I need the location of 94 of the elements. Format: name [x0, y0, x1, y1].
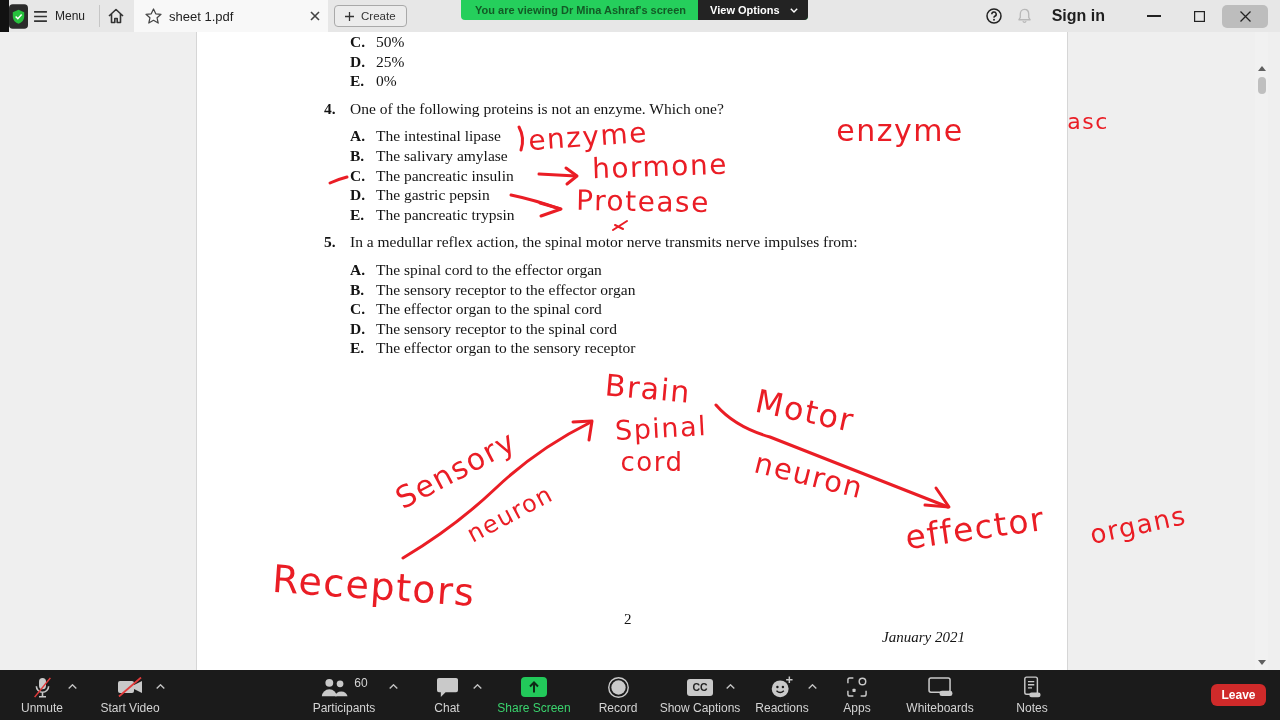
option-letter: E.	[350, 338, 366, 358]
menu-button[interactable]: Menu	[30, 4, 90, 28]
option-letter: C.	[350, 32, 367, 52]
option-text: The sensory receptor to the spinal cord	[376, 318, 618, 339]
option-text: The gastric pepsin	[376, 185, 490, 205]
caret-icon[interactable]	[156, 684, 165, 689]
footer-date: January 2021	[882, 628, 965, 646]
window-close-button[interactable]	[1222, 4, 1268, 28]
handwritten-note: asc	[1067, 111, 1109, 133]
apps-icon	[847, 677, 867, 697]
question-number: 5.	[324, 232, 337, 252]
ink-arrow	[537, 166, 579, 186]
option-letter: A.	[350, 126, 367, 146]
scroll-up-icon[interactable]	[1257, 66, 1266, 71]
handwritten-note: Brain	[603, 370, 693, 408]
caret-icon	[789, 7, 798, 13]
option-text: The salivary amylase	[376, 145, 508, 166]
create-button[interactable]: Create	[334, 5, 407, 27]
option-text: The pancreatic insulin	[376, 165, 514, 186]
option-text: The sensory receptor to the effector organ	[376, 279, 636, 300]
whiteboard-icon	[927, 676, 953, 698]
caret-icon[interactable]	[473, 684, 482, 689]
chat-button[interactable]: Chat	[419, 670, 475, 720]
banner-text: You are viewing Dr Mina Ashraf's screen	[474, 3, 688, 18]
home-icon[interactable]	[108, 8, 125, 24]
document-tab[interactable]: sheet 1.pdf	[134, 0, 329, 32]
notepad-icon	[1023, 676, 1041, 698]
option-letter: B.	[350, 279, 366, 300]
page-number: 2	[624, 610, 632, 628]
microphone-button[interactable]: Unmute	[14, 670, 70, 720]
apps-button[interactable]: Apps	[833, 670, 881, 720]
captions-button[interactable]: CC Show Captions	[656, 670, 744, 720]
view-options-button[interactable]: View Options	[698, 0, 808, 20]
option-letter: C.	[350, 165, 367, 186]
option-text: The spinal cord to the effector organ	[376, 259, 602, 280]
participants-button[interactable]: 60 Participants	[302, 670, 386, 720]
option-letter: A.	[350, 259, 367, 280]
scroll-down-icon[interactable]	[1257, 660, 1266, 665]
whiteboards-button[interactable]: Whiteboards	[900, 670, 980, 720]
handwritten-note: Motor	[752, 384, 858, 438]
handwritten-note: organs	[1087, 502, 1189, 548]
reactions-button[interactable]: Reactions	[750, 670, 814, 720]
caret-icon[interactable]	[68, 684, 77, 689]
leave-button[interactable]: Leave	[1211, 684, 1266, 706]
handwritten-note: neuron	[751, 448, 867, 504]
shield-icon	[9, 3, 28, 29]
smiley-plus-icon	[771, 676, 793, 698]
share-screen-icon	[521, 677, 547, 697]
notes-button[interactable]: Notes	[1006, 670, 1058, 720]
handwritten-note: Spinal	[614, 412, 708, 444]
caret-icon[interactable]	[389, 684, 398, 689]
menu-icon	[34, 10, 47, 22]
record-icon	[607, 676, 629, 698]
record-button[interactable]: Record	[590, 670, 646, 720]
option-letter: E.	[350, 71, 366, 91]
option-text: The effector organ to the spinal cord	[376, 299, 602, 319]
scrollbar-thumb[interactable]	[1257, 77, 1266, 94]
close-icon	[1239, 10, 1251, 22]
ink-strike	[328, 175, 349, 185]
ink-bracket	[517, 125, 525, 152]
option-letter: C.	[350, 299, 367, 319]
question-text: One of the following proteins is not an enzyme. Which one?	[350, 98, 724, 119]
option-text: 0%	[376, 71, 397, 91]
help-icon[interactable]	[985, 8, 1002, 24]
option-letter: D.	[350, 51, 367, 72]
caret-icon[interactable]	[808, 684, 817, 689]
caret-icon[interactable]	[726, 684, 735, 689]
maximize-icon[interactable]	[1194, 10, 1205, 22]
option-letter: D.	[350, 318, 367, 339]
chat-bubble-icon	[435, 676, 459, 698]
option-text: The pancreatic trypsin	[376, 204, 515, 225]
sign-in-button[interactable]: Sign in	[1051, 7, 1105, 25]
question-text: In a medullar reflex action, the spinal motor nerve transmits nerve impulses from:	[350, 232, 858, 252]
question-number: 4.	[324, 98, 337, 119]
option-letter: D.	[350, 185, 367, 205]
handwritten-note: cord	[620, 449, 684, 475]
option-text: The intestinal lipase	[376, 126, 501, 146]
option-text: 50%	[376, 32, 405, 52]
option-letter: E.	[350, 204, 366, 225]
handwritten-note: effector	[903, 501, 1047, 555]
people-icon	[320, 677, 349, 697]
handwritten-note: Protease	[575, 186, 711, 218]
handwritten-note: enzyme	[836, 116, 964, 146]
plus-icon	[345, 11, 355, 21]
close-icon[interactable]	[310, 11, 321, 21]
captions-icon: CC	[687, 678, 713, 696]
option-text: The effector organ to the sensory receptor	[376, 338, 636, 358]
video-button[interactable]: Start Video	[92, 670, 168, 720]
ink-scribble	[612, 220, 628, 231]
share-screen-button[interactable]: Share Screen	[494, 670, 574, 720]
handwritten-note: Receptors	[271, 559, 477, 613]
star-icon[interactable]	[145, 8, 163, 24]
option-letter: B.	[350, 145, 366, 166]
option-text: 25%	[376, 51, 405, 72]
